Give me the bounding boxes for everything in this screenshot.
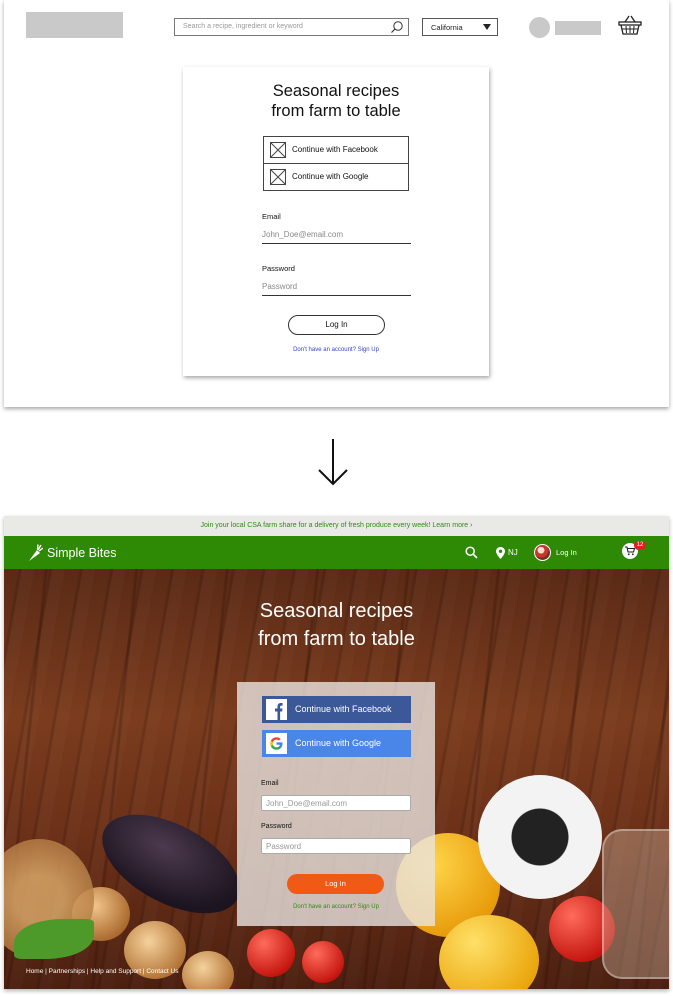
nav-login-link[interactable]: Log In — [556, 546, 577, 560]
pasta-jar — [602, 829, 669, 979]
promo-banner[interactable]: Join your local CSA farm share for a del… — [4, 516, 669, 536]
final-design-page: Join your local CSA farm share for a del… — [4, 516, 669, 989]
title-line-1: Seasonal recipes — [272, 82, 400, 100]
search-placeholder: Search a recipe, ingredient or keyword — [183, 23, 303, 30]
login-button[interactable]: Log In — [287, 874, 384, 894]
facebook-login-button[interactable]: Continue with Facebook — [263, 136, 409, 164]
image-placeholder-icon — [270, 169, 286, 185]
title-line-2: from farm to table — [271, 102, 401, 120]
hero-section: Seasonal recipes from farm to table Cont… — [4, 569, 669, 989]
signup-link[interactable]: Don't have an account? Sign Up — [183, 347, 489, 353]
image-placeholder-icon — [270, 142, 286, 158]
username-placeholder[interactable] — [555, 21, 601, 35]
facebook-label: Continue with Facebook — [295, 704, 392, 714]
facebook-icon — [266, 699, 287, 720]
down-arrow-icon — [318, 439, 348, 486]
map-pin-icon — [496, 547, 505, 559]
avatar[interactable] — [529, 17, 550, 38]
yellow-pepper-2 — [439, 915, 539, 989]
email-label: Email — [261, 780, 279, 787]
location-value: NJ — [508, 548, 518, 557]
brand-logo[interactable]: Simple Bites — [27, 542, 116, 564]
footer-links[interactable]: Home | Partnerships | Help and Support |… — [26, 968, 178, 975]
password-field[interactable]: Password — [261, 838, 411, 854]
avatar[interactable] — [534, 544, 551, 561]
password-field[interactable]: Password — [262, 278, 411, 296]
google-label: Continue with Google — [292, 172, 369, 181]
page-title: Seasonal recipes from farm to table — [4, 597, 669, 653]
search-icon[interactable] — [465, 546, 478, 559]
location-selector[interactable]: NJ — [496, 546, 518, 560]
google-login-button[interactable]: Continue with Google — [263, 163, 409, 191]
logo-placeholder[interactable] — [26, 12, 123, 38]
location-value: California — [431, 23, 463, 32]
password-label: Password — [261, 823, 292, 830]
wireframe-page: Search a recipe, ingredient or keyword C… — [4, 0, 669, 407]
carrot-icon — [29, 544, 43, 561]
search-input[interactable]: Search a recipe, ingredient or keyword — [174, 18, 409, 36]
chevron-down-icon — [483, 24, 491, 30]
google-label: Continue with Google — [295, 738, 382, 748]
title-line-1: Seasonal recipes — [259, 600, 414, 622]
email-field[interactable]: John_Doe@email.com — [262, 226, 411, 244]
basket-icon[interactable] — [618, 14, 642, 36]
location-select[interactable]: California — [422, 18, 498, 36]
brand-name: Simple Bites — [47, 546, 117, 560]
facebook-label: Continue with Facebook — [292, 145, 378, 154]
cart-count-badge: 12 — [634, 541, 646, 550]
search-icon[interactable] — [390, 20, 404, 34]
google-login-button[interactable]: Continue with Google — [262, 730, 411, 757]
login-panel: Continue with Facebook Continue with Goo… — [237, 682, 435, 926]
password-label: Password — [262, 264, 295, 273]
signup-link[interactable]: Don't have an account? Sign Up — [237, 904, 435, 910]
onion-3 — [182, 951, 234, 989]
navbar: Simple Bites NJ Log In 12 — [4, 536, 669, 569]
title-line-2: from farm to table — [258, 628, 415, 650]
olive-plate — [478, 775, 602, 899]
login-button[interactable]: Log In — [288, 315, 385, 335]
email-field[interactable]: John_Doe@email.com — [261, 795, 411, 811]
facebook-login-button[interactable]: Continue with Facebook — [262, 696, 411, 723]
google-icon — [266, 733, 287, 754]
page-title: Seasonal recipes from farm to table — [183, 81, 489, 121]
login-card: Seasonal recipes from farm to table Cont… — [183, 67, 489, 376]
tomato-2 — [247, 929, 295, 977]
email-label: Email — [262, 212, 281, 221]
tomato-3 — [302, 941, 344, 983]
